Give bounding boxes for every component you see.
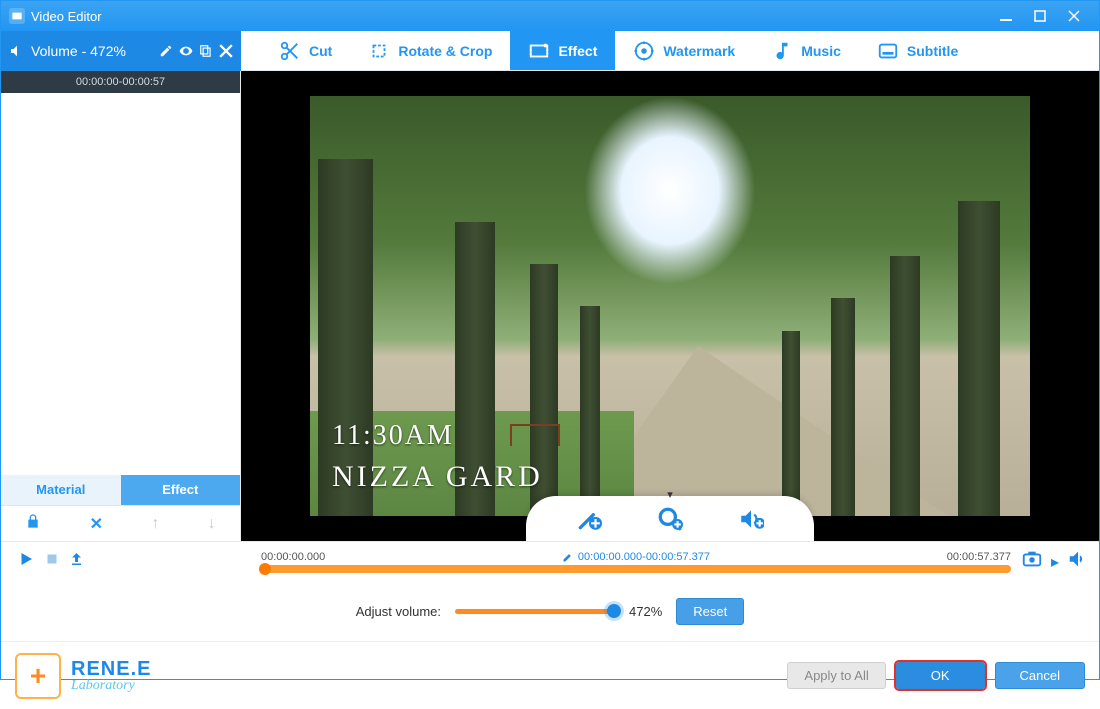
zoom-icon[interactable] [657,506,683,537]
title-bar: Video Editor [1,1,1099,31]
edit-icon[interactable] [159,44,173,58]
export-icon[interactable] [69,550,87,573]
ok-button[interactable]: OK [896,662,985,689]
clip-time-label: 00:00:00-00:00:57 [76,76,165,88]
sidebar-title: Volume - 472% [31,43,126,59]
timeline-start: 00:00:00.000 [261,551,325,563]
sidebar-tab-effect[interactable]: Effect [121,475,241,505]
volume-slider[interactable] [455,609,615,614]
maximize-button[interactable] [1023,4,1057,28]
play-button[interactable] [17,550,35,573]
close-panel-icon[interactable] [219,44,233,58]
tab-label: Effect [558,43,597,59]
preview-panel: 11:30AM NIZZA GARD ▾ [241,71,1099,541]
tab-rotate-crop[interactable]: Rotate & Crop [350,31,510,70]
timeline-end: 00:00:57.377 [947,551,1011,563]
reset-button[interactable]: Reset [676,598,744,625]
eye-icon[interactable] [179,44,193,58]
subtitle-icon [877,40,899,62]
brand-logo-icon [15,653,61,699]
clip-item[interactable]: 00:00:00-00:00:57 [1,71,240,93]
move-down-icon: ↓ [208,515,216,533]
sidebar-header: Volume - 472% [1,31,241,71]
tab-subtitle[interactable]: Subtitle [859,31,976,70]
tab-watermark[interactable]: Watermark [615,31,753,70]
timeline-range: 00:00:00.000-00:00:57.377 [562,551,710,563]
volume-value: 472% [629,604,662,619]
watermark-icon [633,40,655,62]
toolbar: Volume - 472% Cut Rotate & Crop Effect W… [1,31,1099,71]
sidebar-tabs: Material Effect [1,475,240,505]
main-tabs: Cut Rotate & Crop Effect Watermark Music… [241,31,1099,70]
cut-icon [279,40,301,62]
sidebar-tab-material[interactable]: Material [1,475,121,505]
app-icon [9,8,25,24]
crop-icon [368,40,390,62]
tab-label: Watermark [663,43,735,59]
video-frame[interactable]: 11:30AM NIZZA GARD [310,96,1030,516]
tab-label: Rotate & Crop [398,43,492,59]
tab-cut[interactable]: Cut [261,31,350,70]
music-icon [771,40,793,62]
timeline-bar: 00:00:00.000 00:00:00.000-00:00:57.377 0… [1,541,1099,581]
chevron-down-icon[interactable]: ▾ [667,488,673,501]
stop-button[interactable] [43,550,61,573]
sound-icon[interactable] [1067,548,1089,575]
cancel-button[interactable]: Cancel [995,662,1085,689]
brand-sub: Laboratory [71,679,151,693]
overlay-time-text: 11:30AM [332,420,454,452]
volume-label: Adjust volume: [356,604,441,619]
delete-icon[interactable]: ✕ [90,514,103,534]
move-up-icon: ↑ [151,515,159,533]
main-area: 00:00:00-00:00:57 Material Effect ✕ ↑ ↓ … [1,71,1099,541]
effect-icon [528,40,550,62]
overlay-place-text: NIZZA GARD [332,460,543,494]
lock-icon[interactable] [25,513,41,534]
brand: RENE.E Laboratory [15,653,151,699]
magic-wand-icon[interactable] [576,506,602,537]
minimize-button[interactable] [989,4,1023,28]
tab-label: Music [801,43,841,59]
slider-thumb[interactable] [607,604,621,618]
brand-name: RENE.E [71,659,151,679]
clip-list [1,93,240,475]
tab-label: Cut [309,43,332,59]
sidebar: 00:00:00-00:00:57 Material Effect ✕ ↑ ↓ [1,71,241,541]
copy-icon[interactable] [199,44,213,58]
volume-row: Adjust volume: 472% Reset [1,581,1099,641]
preview-tools-pill: ▾ [526,496,814,541]
audio-add-icon[interactable] [738,506,764,537]
window-title: Video Editor [31,9,102,24]
expand-icon[interactable]: ▸ [1051,552,1059,572]
tab-effect[interactable]: Effect [510,31,615,70]
tab-label: Subtitle [907,43,958,59]
close-window-button[interactable] [1057,4,1091,28]
apply-all-button[interactable]: Apply to All [787,662,885,689]
snapshot-icon[interactable] [1021,548,1043,575]
sidebar-actions: ✕ ↑ ↓ [1,505,240,541]
timeline-track[interactable] [261,565,1011,573]
tab-music[interactable]: Music [753,31,859,70]
volume-icon [9,43,25,59]
footer: RENE.E Laboratory Apply to All OK Cancel [1,641,1099,709]
